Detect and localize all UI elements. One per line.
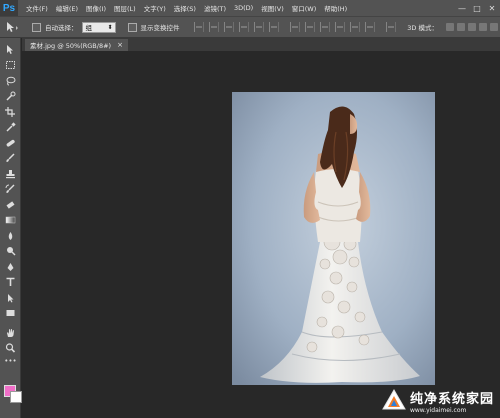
move-tool-icon[interactable]	[0, 18, 24, 36]
auto-select-value: 组	[85, 24, 93, 32]
extra-tools-icon[interactable]: •••	[0, 356, 21, 366]
distribute-vcenter-icon[interactable]	[304, 22, 315, 32]
align-hcenter-icon[interactable]	[253, 22, 264, 32]
document-tab[interactable]: 素材.jpg @ 50%(RGB/8#) ×	[25, 39, 128, 51]
pen-tool-icon[interactable]	[0, 259, 21, 275]
3d-slide-icon[interactable]	[479, 23, 487, 31]
show-transform-checkbox[interactable]	[127, 22, 137, 32]
auto-select-checkbox[interactable]	[32, 22, 41, 32]
show-transform-label: 显示变换控件	[140, 24, 180, 32]
brush-tool-icon[interactable]	[0, 151, 21, 167]
hand-tool-icon[interactable]	[0, 325, 21, 341]
close-tab-icon[interactable]: ×	[117, 41, 123, 49]
menu-layer[interactable]: 图层(L)	[114, 3, 136, 13]
menu-window[interactable]: 窗口(W)	[292, 3, 317, 13]
align-vcenter-icon[interactable]	[208, 22, 219, 32]
marquee-tool-icon[interactable]	[0, 58, 21, 74]
document-tab-title: 素材.jpg @ 50%(RGB/8#)	[30, 42, 112, 50]
align-left-icon[interactable]	[238, 22, 249, 32]
distribute-bottom-icon[interactable]	[319, 22, 330, 32]
align-right-icon[interactable]	[268, 22, 279, 32]
spot-healing-tool-icon[interactable]	[0, 135, 21, 151]
3d-scale-icon[interactable]	[490, 23, 498, 31]
distribute-right-icon[interactable]	[364, 22, 375, 32]
auto-align-icon[interactable]	[385, 22, 396, 32]
minimize-button[interactable]: —	[456, 2, 468, 14]
menu-bar: Ps 文件(F) 编辑(E) 图像(I) 图层(L) 文字(Y) 选择(S) 滤…	[0, 0, 500, 16]
3d-mode-label: 3D 模式：	[407, 24, 438, 32]
crop-tool-icon[interactable]	[0, 104, 21, 120]
type-tool-icon[interactable]	[0, 275, 21, 291]
watermark-logo-icon	[382, 389, 406, 410]
document-image	[232, 92, 435, 385]
blur-tool-icon[interactable]	[0, 228, 21, 244]
menu-filter[interactable]: 滤镜(T)	[204, 3, 226, 13]
restore-button[interactable]: □	[471, 2, 483, 14]
photoshop-logo: Ps	[0, 0, 18, 16]
menu-edit[interactable]: 编辑(E)	[56, 3, 78, 13]
menu-3d[interactable]: 3D(D)	[234, 4, 253, 12]
menu-type[interactable]: 文字(Y)	[144, 3, 166, 13]
eraser-tool-icon[interactable]	[0, 197, 21, 213]
3d-pan-icon[interactable]	[468, 23, 476, 31]
watermark-title: 纯净系统家园	[409, 392, 494, 407]
menu-items: 文件(F) 编辑(E) 图像(I) 图层(L) 文字(Y) 选择(S) 滤镜(T…	[18, 3, 347, 13]
3d-rotate-icon[interactable]	[446, 23, 454, 31]
background-color-swatch[interactable]	[10, 391, 22, 403]
canvas-area[interactable]: 纯净系统家园 www.yidaimei.com	[22, 51, 500, 418]
tools-panel: •••	[0, 38, 22, 418]
menu-image[interactable]: 图像(I)	[86, 3, 106, 13]
close-button[interactable]: ✕	[486, 2, 498, 14]
menu-file[interactable]: 文件(F)	[26, 3, 48, 13]
distribute-left-icon[interactable]	[334, 22, 345, 32]
options-bar: 自动选择： 组 ⬍ 显示变换控件 3D 模式：	[0, 16, 500, 38]
menu-help[interactable]: 帮助(H)	[324, 3, 347, 13]
gradient-tool-icon[interactable]	[0, 213, 21, 229]
3d-mode-controls	[443, 23, 498, 31]
move-tool-icon[interactable]	[0, 42, 21, 58]
eyedropper-tool-icon[interactable]	[0, 120, 21, 136]
watermark-url: www.yidaimei.com	[409, 407, 467, 414]
3d-roll-icon[interactable]	[457, 23, 465, 31]
menu-view[interactable]: 视图(V)	[261, 3, 284, 13]
bride-photo-illustration	[232, 92, 435, 385]
distribute-top-icon[interactable]	[289, 22, 300, 32]
dodge-tool-icon[interactable]	[0, 244, 21, 260]
document-tab-bar: 素材.jpg @ 50%(RGB/8#) ×	[22, 38, 500, 51]
auto-select-dropdown[interactable]: 组 ⬍	[81, 21, 116, 33]
align-top-icon[interactable]	[193, 22, 204, 32]
clone-stamp-tool-icon[interactable]	[0, 166, 21, 182]
window-controls: — □ ✕	[453, 0, 498, 16]
history-brush-tool-icon[interactable]	[0, 182, 21, 198]
menu-select[interactable]: 选择(S)	[174, 3, 196, 13]
align-controls	[193, 22, 401, 32]
zoom-tool-icon[interactable]	[0, 341, 21, 357]
auto-select-label: 自动选择：	[45, 24, 78, 32]
distribute-hcenter-icon[interactable]	[349, 22, 360, 32]
watermark: 纯净系统家园 www.yidaimei.com	[381, 388, 494, 414]
align-bottom-icon[interactable]	[223, 22, 234, 32]
path-selection-tool-icon[interactable]	[0, 290, 21, 306]
dropdown-arrow-icon: ⬍	[107, 23, 113, 31]
quick-select-tool-icon[interactable]	[0, 89, 21, 105]
lasso-tool-icon[interactable]	[0, 73, 21, 89]
rectangle-tool-icon[interactable]	[0, 306, 21, 322]
